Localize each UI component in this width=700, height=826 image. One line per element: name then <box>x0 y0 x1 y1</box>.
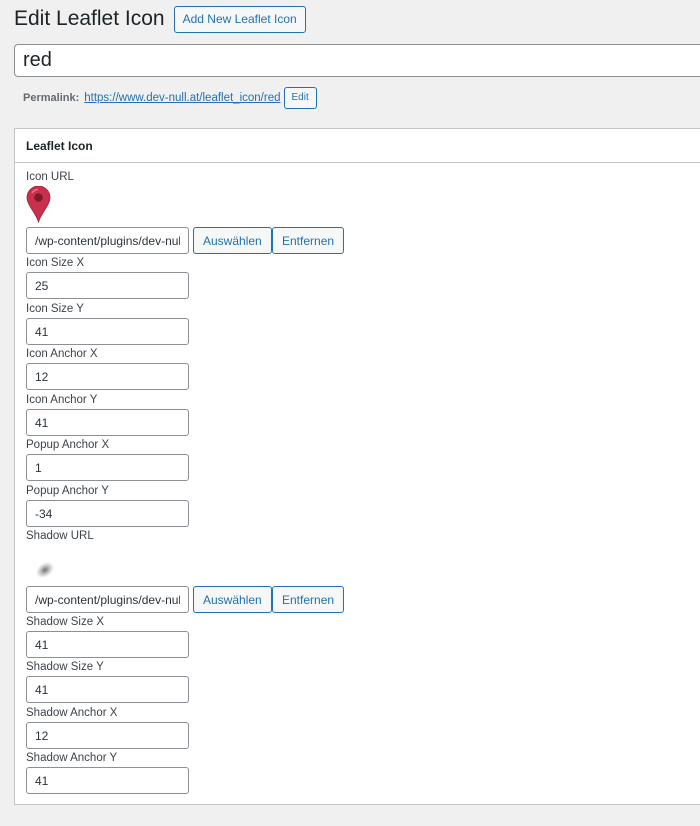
permalink-label: Permalink: <box>23 91 80 104</box>
popup-anchor-x-label: Popup Anchor X <box>26 439 110 451</box>
shadow-anchor-y-input[interactable] <box>26 767 189 794</box>
permalink-row: Permalink: https://www.dev-null.at/leafl… <box>23 86 317 109</box>
shadow-size-y-label: Shadow Size Y <box>26 661 104 673</box>
shadow-anchor-y-label: Shadow Anchor Y <box>26 752 118 764</box>
icon-url-select-button[interactable]: Auswählen <box>193 227 272 254</box>
shadow-url-label: Shadow URL <box>26 530 94 542</box>
page-title: Edit Leaflet Icon <box>14 7 165 30</box>
page-header: Edit Leaflet Icon Add New Leaflet Icon <box>14 5 306 33</box>
marker-shadow-icon <box>35 561 55 579</box>
icon-anchor-y-input[interactable] <box>26 409 189 436</box>
icon-url-label: Icon URL <box>26 171 74 183</box>
popup-anchor-x-input[interactable] <box>26 454 189 481</box>
icon-size-x-label: Icon Size X <box>26 257 85 269</box>
popup-anchor-y-label: Popup Anchor Y <box>26 485 109 497</box>
popup-anchor-y-input[interactable] <box>26 500 189 527</box>
leaflet-icon-metabox: Leaflet Icon Icon URL Auswählen Entferne… <box>14 128 700 805</box>
shadow-url-input[interactable] <box>26 586 189 613</box>
shadow-url-remove-button[interactable]: Entfernen <box>272 586 345 613</box>
shadow-size-x-label: Shadow Size X <box>26 616 104 628</box>
permalink-link[interactable]: https://www.dev-null.at/leaflet_icon/red <box>84 92 280 104</box>
shadow-size-y-input[interactable] <box>26 676 189 703</box>
map-marker-icon <box>26 186 51 223</box>
post-title-input[interactable] <box>14 44 700 77</box>
icon-url-input[interactable] <box>26 227 189 254</box>
icon-url-remove-button[interactable]: Entfernen <box>272 227 345 254</box>
shadow-anchor-x-input[interactable] <box>26 722 189 749</box>
shadow-url-select-button[interactable]: Auswählen <box>193 586 272 613</box>
metabox-title: Leaflet Icon <box>15 129 700 163</box>
shadow-size-x-input[interactable] <box>26 631 189 658</box>
edit-permalink-button[interactable]: Edit <box>283 86 317 109</box>
icon-size-y-label: Icon Size Y <box>26 303 84 315</box>
add-new-leaflet-icon-button[interactable]: Add New Leaflet Icon <box>173 5 306 33</box>
icon-size-x-input[interactable] <box>26 272 189 299</box>
icon-anchor-x-label: Icon Anchor X <box>26 348 98 360</box>
icon-anchor-y-label: Icon Anchor Y <box>26 394 98 406</box>
icon-anchor-x-input[interactable] <box>26 363 189 390</box>
shadow-anchor-x-label: Shadow Anchor X <box>26 707 118 719</box>
icon-size-y-input[interactable] <box>26 318 189 345</box>
